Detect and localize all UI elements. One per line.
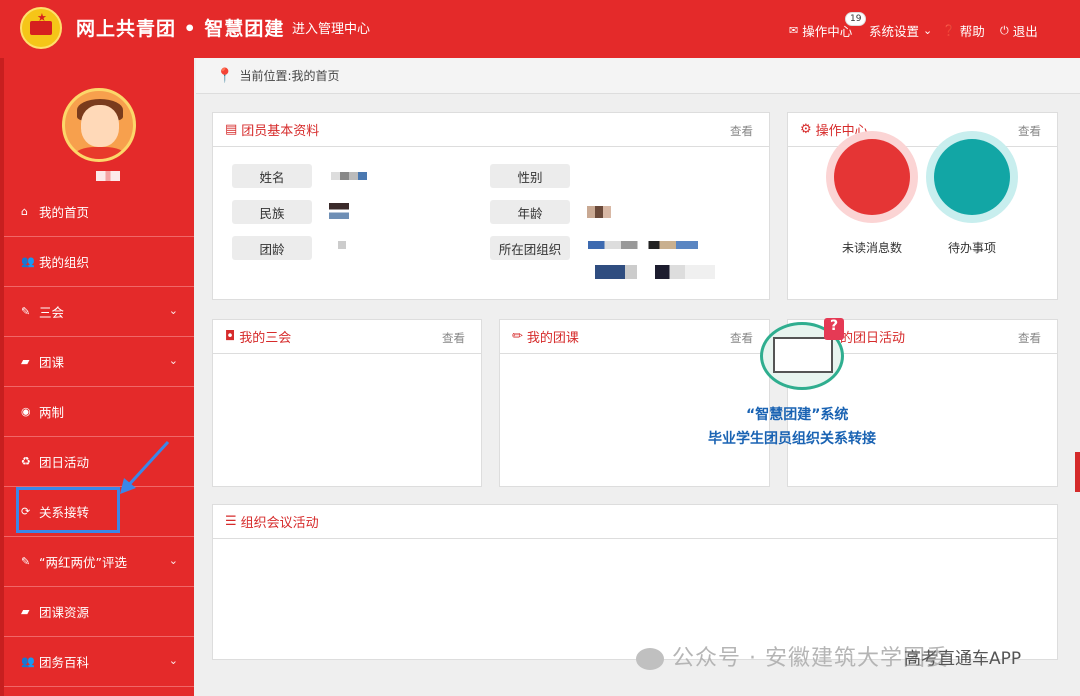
panel-title: 我的团课 <box>526 331 579 346</box>
chevron-down-icon: ⌄ <box>168 654 178 667</box>
panel-title: 我的三会 <box>239 331 292 346</box>
folder-icon: ▰ <box>21 355 30 368</box>
avatar[interactable] <box>62 88 136 162</box>
view-more-link[interactable]: 查看 <box>1018 330 1041 346</box>
ops-count-badge: 19 <box>845 12 867 26</box>
panel-title: 组织会议活动 <box>240 516 319 531</box>
chevron-down-icon: ⌄ <box>168 354 178 367</box>
league-age-label: 团龄 <box>232 236 312 260</box>
folder-icon: ▰ <box>21 605 30 618</box>
ops-center-link[interactable]: ✉ 操作中心 <box>789 21 852 40</box>
league-age-value-pixelated <box>338 241 346 249</box>
chevron-down-icon: ⌄ <box>168 304 178 317</box>
ethnicity-value-pixelated <box>329 203 349 219</box>
target-icon: ◉ <box>21 405 31 418</box>
unread-count-icon[interactable] <box>834 139 910 215</box>
edit-icon: ✎ <box>21 305 31 318</box>
tuanke-panel: ✏ 我的团课 查看 <box>499 319 770 487</box>
brand-title: 网上共青团 • 智慧团建 <box>76 18 285 40</box>
location-pin-icon: 📍 <box>216 67 234 84</box>
org-label: 所在团组织 <box>490 236 570 260</box>
age-label: 年龄 <box>490 200 570 224</box>
mail-icon: ✉ <box>789 24 799 37</box>
calendar-icon: ◘ <box>225 329 236 344</box>
league-logo-icon: ★ <box>20 7 62 49</box>
org-value-pixelated-1 <box>588 241 698 249</box>
todo-count-icon[interactable] <box>934 139 1010 215</box>
wechat-icon <box>636 648 664 670</box>
panel-title: 的团日活动 <box>840 331 906 346</box>
watermark: 公众号 · 安徽建筑大学团委 <box>636 640 949 672</box>
sidebar-item-resources[interactable]: ▰ 团课资源 <box>4 587 194 637</box>
watermark-app: 高考直通车APP <box>904 649 1022 669</box>
logout-link[interactable]: ⏻ 退出 <box>1000 21 1038 40</box>
chevron-down-icon: ⌄ <box>923 24 933 37</box>
age-value-pixelated <box>587 206 611 218</box>
users-icon: 👥 <box>21 255 35 268</box>
name-label: 姓名 <box>232 164 312 188</box>
view-more-link[interactable]: 查看 <box>442 330 465 346</box>
ops-center-panel: ⚙ 操作中心 查看 未读消息数 待办事项 <box>787 112 1058 300</box>
admin-center-link[interactable]: 进入管理中心 <box>292 18 370 37</box>
power-icon: ⏻ <box>1000 23 1009 37</box>
top-header: ★ 网上共青团 • 智慧团建 进入管理中心 ✉ 操作中心 19 系统设置 ⌄ ❓… <box>0 0 1080 58</box>
help-link[interactable]: ❓ 帮助 <box>942 21 985 40</box>
question-mark-icon: ? <box>824 318 844 340</box>
sidebar-item-home[interactable]: ⌂ 我的首页 <box>4 187 194 237</box>
sidebar-item-wiki[interactable]: 👥 团务百科 ⌄ <box>4 637 194 687</box>
sidebar-item-liangzhi[interactable]: ◉ 两制 <box>4 387 194 437</box>
gender-label: 性别 <box>490 164 570 188</box>
recycle-icon: ♻ <box>21 455 31 468</box>
sidebar: ⌂ 我的首页 👥 我的组织 ✎ 三会 ⌄ ▰ 团课 ⌄ ◉ 两制 ♻ 团日活动 … <box>0 58 194 696</box>
breadcrumb: 📍 当前位置:我的首页 <box>196 58 1080 94</box>
unread-caption: 未读消息数 <box>841 241 902 255</box>
name-value-pixelated <box>331 172 367 180</box>
highlight-box <box>16 487 120 533</box>
view-more-link[interactable]: 查看 <box>730 330 753 346</box>
overlay-subtitle: 毕业学生团员组织关系转接 <box>708 431 876 447</box>
ethnicity-label: 民族 <box>232 200 312 224</box>
sidebar-item-sanhui[interactable]: ✎ 三会 ⌄ <box>4 287 194 337</box>
id-card-icon: ▤ <box>225 122 238 137</box>
overlay-title: “智慧团建”系统 <box>746 407 849 423</box>
view-more-link[interactable]: 查看 <box>730 123 753 139</box>
annotation-arrow <box>120 440 170 494</box>
pen-icon: ✏ <box>512 329 523 344</box>
sanhui-panel: ◘ 我的三会 查看 <box>212 319 482 487</box>
help-icon: ❓ <box>942 24 956 37</box>
users-icon: 👥 <box>21 655 35 668</box>
system-settings-menu[interactable]: 系统设置 ⌄ <box>869 21 932 40</box>
todo-caption: 待办事项 <box>947 241 996 255</box>
panel-title: 团员基本资料 <box>241 124 320 139</box>
gear-icon: ⚙ <box>800 122 812 137</box>
org-value-pixelated-2 <box>595 265 715 279</box>
chevron-down-icon: ⌄ <box>168 554 178 567</box>
side-tab[interactable] <box>1075 452 1080 492</box>
sidebar-item-tuanke[interactable]: ▰ 团课 ⌄ <box>4 337 194 387</box>
home-icon: ⌂ <box>21 205 28 218</box>
profile-panel: ▤ 团员基本资料 查看 姓名 性别 民族 年龄 团龄 所在团组织 <box>212 112 770 300</box>
username-pixelated <box>96 171 120 181</box>
view-more-link[interactable]: 查看 <box>1018 123 1041 139</box>
sidebar-item-my-org[interactable]: 👥 我的组织 <box>4 237 194 287</box>
meeting-panel: ☰ 组织会议活动 <box>212 504 1058 660</box>
sidebar-item-selection[interactable]: ✎ “两红两优”评选 ⌄ <box>4 537 194 587</box>
edit-icon: ✎ <box>21 555 31 568</box>
list-icon: ☰ <box>225 514 237 529</box>
